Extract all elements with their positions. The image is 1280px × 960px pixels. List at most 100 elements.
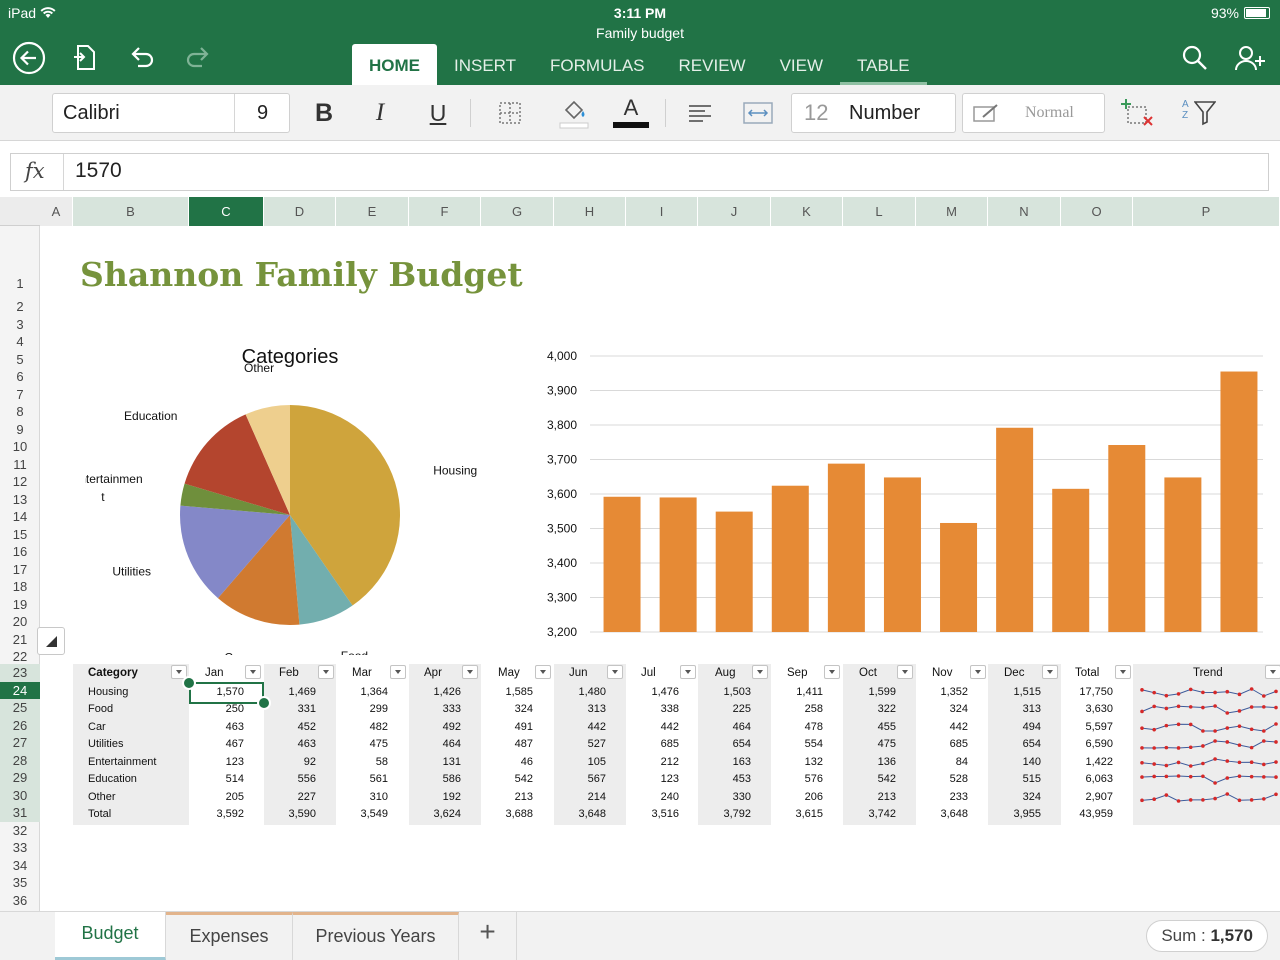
row-header-36[interactable]: 36: [0, 892, 40, 910]
cell-style-picker[interactable]: Normal: [962, 93, 1105, 133]
row-header-22[interactable]: 22: [0, 648, 40, 666]
row-header-3[interactable]: 3: [0, 316, 40, 334]
table-cell[interactable]: 214: [546, 789, 606, 807]
table-cell[interactable]: 233: [908, 789, 968, 807]
row-header-12[interactable]: 12: [0, 473, 40, 491]
number-format-picker[interactable]: 12 Number: [791, 93, 956, 133]
table-row-label[interactable]: Car: [88, 719, 106, 737]
table-cell[interactable]: 6,063: [1053, 771, 1113, 789]
row-header-34[interactable]: 34: [0, 857, 40, 875]
column-header-o[interactable]: O: [1061, 197, 1133, 226]
table-cell[interactable]: 43,959: [1053, 806, 1113, 824]
table-cell[interactable]: 478: [763, 719, 823, 737]
filter-dropdown-dec[interactable]: [1042, 665, 1058, 679]
table-cell[interactable]: 322: [836, 701, 896, 719]
row-header-9[interactable]: 9: [0, 421, 40, 439]
row-header-18[interactable]: 18: [0, 578, 40, 596]
table-cell[interactable]: 227: [256, 789, 316, 807]
filter-dropdown-total[interactable]: [1115, 665, 1131, 679]
table-cell[interactable]: 206: [763, 789, 823, 807]
table-cell[interactable]: 554: [763, 736, 823, 754]
bar-oct[interactable]: [1108, 445, 1146, 632]
table-cell[interactable]: 515: [981, 771, 1041, 789]
table-cell[interactable]: 1,599: [836, 684, 896, 702]
table-cell[interactable]: 3,592: [184, 806, 244, 824]
underline-button[interactable]: U: [420, 95, 456, 131]
row-header-10[interactable]: 10: [0, 438, 40, 456]
table-cell[interactable]: 1,422: [1053, 754, 1113, 772]
row-header-4[interactable]: 4: [0, 333, 40, 351]
row-header-28[interactable]: 28: [0, 751, 40, 769]
row-header-26[interactable]: 26: [0, 716, 40, 734]
column-header-b[interactable]: B: [73, 197, 189, 226]
table-cell[interactable]: 1,364: [328, 684, 388, 702]
table-cell[interactable]: 1,503: [691, 684, 751, 702]
table-cell[interactable]: 464: [401, 736, 461, 754]
table-cell[interactable]: 3,955: [981, 806, 1041, 824]
table-cell[interactable]: 528: [908, 771, 968, 789]
table-cell[interactable]: 3,549: [328, 806, 388, 824]
sheet-tab-budget[interactable]: Budget: [55, 912, 166, 960]
table-cell[interactable]: 491: [473, 719, 533, 737]
table-row-label[interactable]: Other: [88, 789, 116, 807]
table-cell[interactable]: 313: [981, 701, 1041, 719]
font-size[interactable]: 9: [257, 94, 268, 132]
row-header-30[interactable]: 30: [0, 786, 40, 804]
bar-apr[interactable]: [771, 485, 809, 632]
table-cell[interactable]: 482: [328, 719, 388, 737]
tab-review[interactable]: REVIEW: [662, 44, 763, 85]
column-header-i[interactable]: I: [626, 197, 698, 226]
table-cell[interactable]: 213: [473, 789, 533, 807]
table-cell[interactable]: 105: [546, 754, 606, 772]
insert-delete-button[interactable]: [1120, 95, 1156, 131]
table-cell[interactable]: 475: [328, 736, 388, 754]
row-header-27[interactable]: 27: [0, 734, 40, 752]
expand-toggle-button[interactable]: [37, 627, 65, 655]
sort-filter-button[interactable]: A Z: [1182, 95, 1218, 131]
table-cell[interactable]: 3,615: [763, 806, 823, 824]
table-cell[interactable]: 3,630: [1053, 701, 1113, 719]
table-cell[interactable]: 1,352: [908, 684, 968, 702]
table-cell[interactable]: 3,742: [836, 806, 896, 824]
row-header-8[interactable]: 8: [0, 403, 40, 421]
table-cell[interactable]: 123: [619, 771, 679, 789]
filter-dropdown-jul[interactable]: [680, 665, 696, 679]
row-header-13[interactable]: 13: [0, 491, 40, 509]
row-header-1[interactable]: 1: [0, 275, 40, 293]
selected-cell[interactable]: [189, 682, 264, 704]
bar-feb[interactable]: [659, 497, 697, 632]
table-cell[interactable]: 556: [256, 771, 316, 789]
table-cell[interactable]: 310: [328, 789, 388, 807]
sheet-tab-expenses[interactable]: Expenses: [166, 912, 293, 960]
table-cell[interactable]: 3,590: [256, 806, 316, 824]
table-cell[interactable]: 132: [763, 754, 823, 772]
table-cell[interactable]: 324: [981, 789, 1041, 807]
table-cell[interactable]: 3,688: [473, 806, 533, 824]
bar-aug[interactable]: [996, 427, 1034, 632]
table-cell[interactable]: 442: [908, 719, 968, 737]
row-header-23[interactable]: 23: [0, 664, 40, 682]
table-cell[interactable]: 163: [691, 754, 751, 772]
filter-dropdown-feb[interactable]: [318, 665, 334, 679]
table-cell[interactable]: 2,907: [1053, 789, 1113, 807]
table-cell[interactable]: 455: [836, 719, 896, 737]
table-cell[interactable]: 240: [619, 789, 679, 807]
row-header-21[interactable]: 21: [0, 631, 40, 649]
table-cell[interactable]: 586: [401, 771, 461, 789]
table-cell[interactable]: 324: [473, 701, 533, 719]
column-header-a[interactable]: A: [40, 197, 73, 226]
borders-button[interactable]: [492, 95, 528, 131]
merge-button[interactable]: [740, 95, 776, 131]
row-header-17[interactable]: 17: [0, 561, 40, 579]
table-cell[interactable]: 17,750: [1053, 684, 1113, 702]
sparkline-entertainment[interactable]: [1139, 754, 1279, 771]
selection-handle-top-left[interactable]: [182, 676, 196, 690]
row-header-32[interactable]: 32: [0, 822, 40, 840]
tab-view[interactable]: VIEW: [763, 44, 840, 85]
column-header-p[interactable]: P: [1133, 197, 1280, 226]
formula-input[interactable]: 1570: [75, 159, 122, 183]
sparkline-food[interactable]: [1139, 701, 1279, 718]
pie-chart[interactable]: Categories HousingFoodCarUtilitiesEntert…: [85, 335, 485, 655]
bar-jun[interactable]: [883, 477, 921, 632]
table-cell[interactable]: 527: [546, 736, 606, 754]
